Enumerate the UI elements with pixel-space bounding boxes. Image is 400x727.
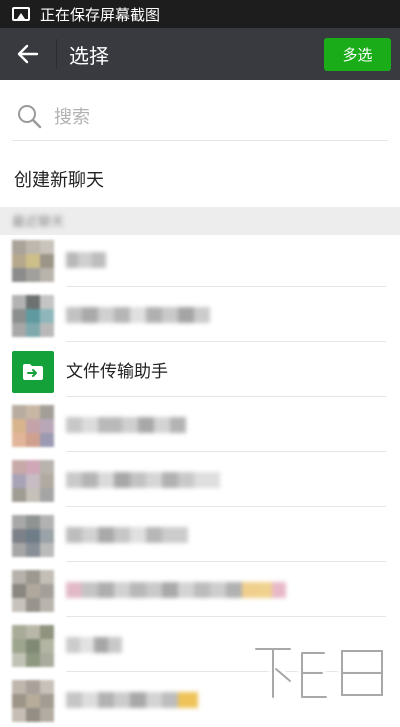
contact-name-blurred — [66, 527, 188, 543]
app-bar: 选择 多选 — [0, 28, 400, 80]
contact-name-blurred — [66, 417, 186, 433]
contact-name-blurred — [66, 582, 286, 598]
back-button[interactable] — [0, 28, 56, 80]
avatar — [12, 460, 54, 502]
list-item[interactable] — [0, 562, 400, 617]
section-header-recent: 最近聊天 — [0, 207, 400, 235]
avatar — [12, 295, 54, 337]
contact-name-blurred — [66, 692, 198, 708]
list-item[interactable] — [0, 452, 400, 507]
folder-arrow-icon — [22, 363, 44, 381]
contact-name-blurred — [66, 307, 210, 323]
search-bar[interactable]: 搜索 — [0, 92, 400, 140]
page-title: 选择 — [69, 40, 109, 69]
section-header-label: 最近聊天 — [12, 211, 64, 230]
list-item[interactable] — [0, 507, 400, 562]
arrow-left-icon — [17, 43, 39, 65]
list-item[interactable] — [0, 397, 400, 452]
list-item-file-helper[interactable]: 文件传输助手 — [0, 342, 400, 397]
search-placeholder: 搜索 — [54, 103, 90, 129]
search-icon — [16, 103, 42, 129]
create-new-chat[interactable]: 创建新聊天 — [14, 166, 104, 192]
appbar-divider — [56, 39, 57, 69]
status-bar: 正在保存屏幕截图 — [0, 0, 400, 28]
contact-name-blurred — [66, 472, 220, 488]
list-item[interactable] — [0, 232, 400, 287]
file-helper-avatar — [12, 351, 54, 393]
image-icon — [12, 7, 30, 21]
avatar — [12, 680, 54, 722]
avatar — [12, 515, 54, 557]
avatar — [12, 240, 54, 282]
list-item[interactable] — [0, 287, 400, 342]
download-site-watermark-icon — [250, 639, 390, 707]
file-helper-name: 文件传输助手 — [66, 357, 168, 382]
avatar — [12, 405, 54, 447]
avatar — [12, 625, 54, 667]
multi-select-button[interactable]: 多选 — [324, 38, 391, 71]
status-text: 正在保存屏幕截图 — [40, 4, 160, 25]
contact-name-blurred — [66, 252, 106, 268]
contact-name-blurred — [66, 637, 122, 653]
search-underline — [12, 140, 388, 141]
avatar — [12, 570, 54, 612]
